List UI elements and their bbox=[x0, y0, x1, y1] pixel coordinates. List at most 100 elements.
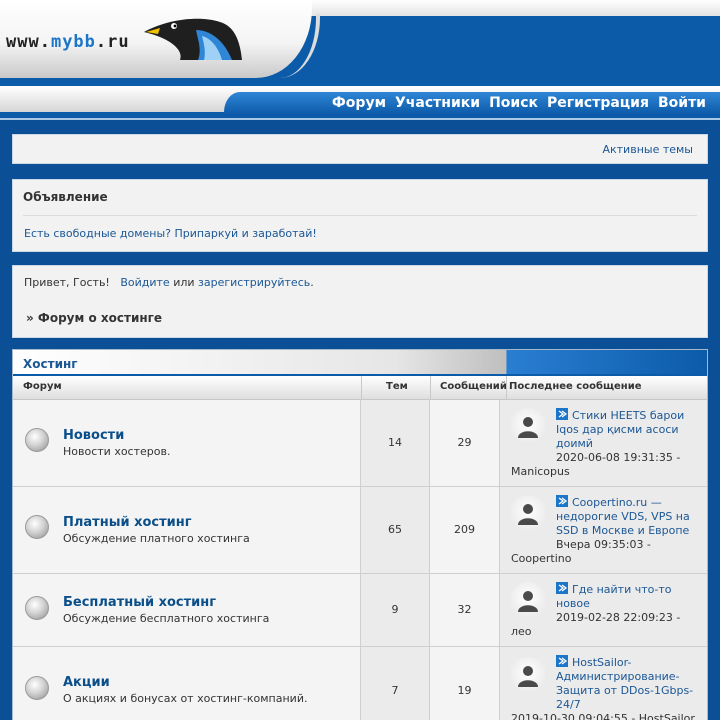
col-forum: Форум bbox=[23, 381, 62, 392]
last-post-info: Стики HEETS барои Iqos дар қисми асоси д… bbox=[511, 408, 703, 479]
category-title[interactable]: Хостинг bbox=[23, 357, 78, 371]
forum-description: Обсуждение платного хостинга bbox=[63, 532, 250, 545]
announcement-title: Объявление bbox=[23, 190, 108, 204]
nav-members[interactable]: Участники bbox=[395, 95, 480, 111]
forum-row: Бесплатный хостинг Обсуждение бесплатног… bbox=[13, 574, 707, 647]
nav-forum[interactable]: Форум bbox=[332, 95, 386, 111]
last-post-author[interactable]: Manicopus bbox=[511, 465, 703, 479]
forum-info-cell: Акции О акциях и бонусах от хостинг-комп… bbox=[13, 647, 361, 720]
last-post-author[interactable]: Coopertino bbox=[511, 552, 703, 566]
last-post-link[interactable]: Стики HEETS барои Iqos дар қисми асоси д… bbox=[556, 408, 703, 451]
col-topics: Тем bbox=[386, 381, 408, 392]
topics-count-cell: 14 bbox=[361, 400, 430, 486]
forum-status-icon bbox=[25, 515, 49, 539]
posts-count: 32 bbox=[457, 603, 472, 616]
period-text: . bbox=[310, 276, 314, 289]
forum-info-cell: Платный хостинг Обсуждение платного хост… bbox=[13, 487, 361, 573]
last-post-author[interactable]: лео bbox=[511, 625, 703, 639]
col-separator bbox=[361, 376, 362, 400]
header-bottom-line bbox=[0, 118, 720, 120]
last-post-cell: Coopertino.ru — недорогие VDS, VPS на SS… bbox=[500, 487, 707, 573]
forum-info-cell: Бесплатный хостинг Обсуждение бесплатног… bbox=[13, 574, 361, 646]
greeting-text: Привет, Гость! bbox=[24, 276, 110, 289]
announcement-link[interactable]: Есть свободные домены? Припаркуй и зараб… bbox=[24, 227, 317, 240]
last-post-date: 2020-06-08 19:31:35 - bbox=[556, 451, 681, 464]
go-to-post-icon bbox=[556, 408, 568, 420]
penguin-logo-icon bbox=[144, 18, 242, 60]
go-to-post-icon bbox=[556, 582, 568, 594]
last-post-info: Coopertino.ru — недорогие VDS, VPS на SS… bbox=[511, 495, 703, 566]
posts-count-cell: 29 bbox=[430, 400, 500, 486]
register-link[interactable]: зарегистрируйтесь bbox=[198, 276, 310, 289]
site-logo[interactable]: www.mybb.ru bbox=[6, 32, 130, 52]
last-post-cell: Где найти что-то новое 2019-02-28 22:09:… bbox=[500, 574, 707, 646]
forum-status-icon bbox=[25, 676, 49, 700]
topics-count-cell: 9 bbox=[361, 574, 430, 646]
last-post-title: HostSailor- Администрирование- Защита от… bbox=[556, 656, 694, 711]
topics-count-cell: 65 bbox=[361, 487, 430, 573]
login-link[interactable]: Войдите bbox=[120, 276, 169, 289]
header-mid-band bbox=[0, 78, 720, 86]
or-text: или bbox=[169, 276, 199, 289]
forum-category: Хостинг Форум Тем Сообщений Последнее со… bbox=[12, 349, 708, 720]
last-post-title: Стики HEETS барои Iqos дар қисми асоси д… bbox=[556, 409, 685, 450]
forum-description: Обсуждение бесплатного хостинга bbox=[63, 612, 270, 625]
topics-count: 65 bbox=[388, 523, 402, 536]
last-post-link[interactable]: Coopertino.ru — недорогие VDS, VPS на SS… bbox=[556, 495, 703, 538]
active-topics-bar: Активные темы bbox=[12, 134, 708, 164]
posts-count: 29 bbox=[457, 436, 472, 449]
topics-count-cell: 7 bbox=[361, 647, 430, 720]
posts-count-cell: 209 bbox=[430, 487, 500, 573]
col-posts: Сообщений bbox=[440, 381, 507, 392]
posts-count: 209 bbox=[454, 523, 475, 536]
last-post-date: 2019-02-28 22:09:23 - bbox=[556, 611, 681, 624]
posts-count-cell: 19 bbox=[430, 647, 500, 720]
logo-brand: mybb bbox=[50, 32, 96, 52]
nav-register[interactable]: Регистрация bbox=[547, 95, 649, 111]
forum-info-cell: Новости Новости хостеров. bbox=[13, 400, 361, 486]
last-post-date: Вчера 09:35:03 - bbox=[556, 538, 651, 551]
forum-description: Новости хостеров. bbox=[63, 445, 171, 458]
forum-title[interactable]: Новости bbox=[63, 428, 124, 443]
announcement-divider bbox=[23, 215, 697, 216]
column-headers: Форум Тем Сообщений Последнее сообщение bbox=[13, 376, 707, 400]
category-header: Хостинг bbox=[13, 350, 707, 376]
forum-row: Платный хостинг Обсуждение платного хост… bbox=[13, 487, 707, 574]
last-post-link[interactable]: Где найти что-то новое bbox=[556, 582, 703, 611]
go-to-post-icon bbox=[556, 495, 568, 507]
last-post-title: Где найти что-то новое bbox=[556, 583, 672, 610]
logo-suffix: .ru bbox=[95, 32, 130, 52]
forum-title[interactable]: Акции bbox=[63, 675, 110, 690]
last-post-author[interactable]: 2019-10-30 09:04:55 - HostSailor bbox=[511, 712, 703, 720]
last-post-title: Coopertino.ru — недорогие VDS, VPS на SS… bbox=[556, 496, 690, 537]
forum-row: Акции О акциях и бонусах от хостинг-комп… bbox=[13, 647, 707, 720]
last-post-info: HostSailor- Администрирование- Защита от… bbox=[511, 655, 703, 720]
welcome-line: Привет, Гость! Войдите или зарегистрируй… bbox=[24, 276, 314, 289]
topics-count: 7 bbox=[391, 684, 399, 697]
col-last-post: Последнее сообщение bbox=[509, 381, 642, 392]
forum-title[interactable]: Платный хостинг bbox=[63, 515, 192, 530]
col-separator bbox=[506, 376, 507, 400]
nav-search[interactable]: Поиск bbox=[489, 95, 538, 111]
forum-title[interactable]: Бесплатный хостинг bbox=[63, 595, 216, 610]
site-header: www.mybb.ru Форум Участники Поиск Регист… bbox=[0, 0, 720, 120]
nav-login[interactable]: Войти bbox=[658, 95, 706, 111]
go-to-post-icon bbox=[556, 655, 568, 667]
welcome-block: Привет, Гость! Войдите или зарегистрируй… bbox=[12, 265, 708, 338]
breadcrumb[interactable]: » Форум о хостинге bbox=[26, 311, 162, 325]
active-topics-link[interactable]: Активные темы bbox=[602, 143, 693, 156]
announcement-block: Объявление Есть свободные домены? Припар… bbox=[12, 179, 708, 252]
last-post-cell: Стики HEETS барои Iqos дар қисми асоси д… bbox=[500, 400, 707, 486]
forum-row: Новости Новости хостеров. 14 29 Стики HE… bbox=[13, 400, 707, 487]
last-post-link[interactable]: HostSailor- Администрирование- Защита от… bbox=[556, 655, 703, 712]
last-post-cell: HostSailor- Администрирование- Защита от… bbox=[500, 647, 707, 720]
topics-count: 9 bbox=[391, 603, 399, 616]
posts-count-cell: 32 bbox=[430, 574, 500, 646]
forum-description: О акциях и бонусах от хостинг-компаний. bbox=[63, 692, 308, 705]
col-separator bbox=[430, 376, 431, 400]
last-post-info: Где найти что-то новое 2019-02-28 22:09:… bbox=[511, 582, 703, 639]
posts-count: 19 bbox=[457, 684, 472, 697]
forum-status-icon bbox=[25, 596, 49, 620]
topics-count: 14 bbox=[388, 436, 402, 449]
forum-status-icon bbox=[25, 428, 49, 452]
